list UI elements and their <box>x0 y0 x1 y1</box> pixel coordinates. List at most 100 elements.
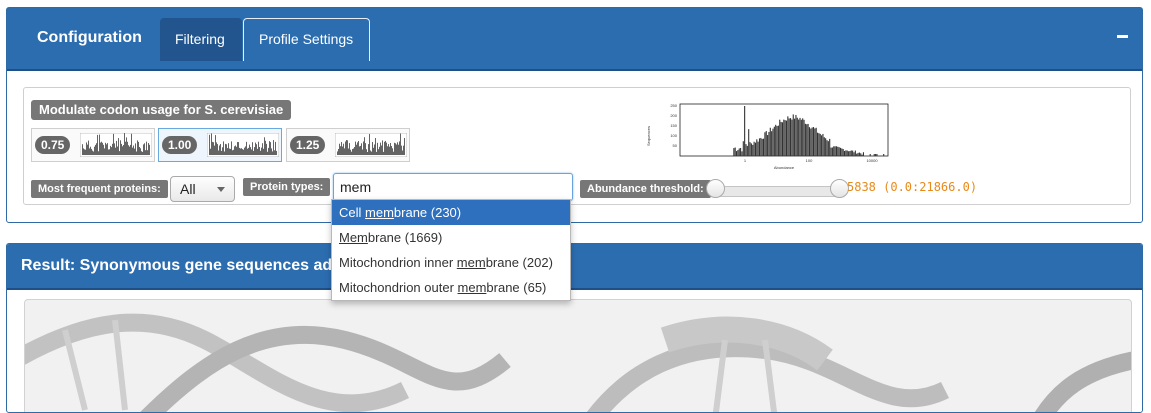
histogram-bar <box>763 138 765 156</box>
thumbnail-bar <box>256 144 257 155</box>
histogram-bar <box>861 154 863 156</box>
thumbnail-bar <box>402 150 403 155</box>
thumbnail-bar <box>345 141 346 155</box>
thumbnail-bar <box>392 148 393 155</box>
histogram-bar <box>787 116 789 156</box>
histogram-bar <box>844 150 846 156</box>
histogram-bar <box>788 118 790 156</box>
codon-option-125[interactable]: 1.25 <box>286 128 410 162</box>
histogram-bar <box>834 146 836 156</box>
thumbnail-bar <box>84 149 85 155</box>
thumbnail-bar <box>91 148 92 155</box>
thumbnail-bar <box>219 145 220 155</box>
thumbnail-bar <box>263 148 264 155</box>
histogram-bar <box>742 141 744 156</box>
thumbnail-bar <box>82 144 83 155</box>
suggestion-suffix: brane (1669) <box>367 230 443 245</box>
histogram-bar <box>785 120 788 156</box>
suggestion-match: mem <box>456 255 486 270</box>
thumbnail-bar <box>210 148 211 155</box>
histogram-bar <box>848 151 850 156</box>
histogram-bar <box>873 154 875 156</box>
thumbnail-bar <box>211 133 212 155</box>
thumbnail-bar <box>86 142 87 155</box>
thumbnail-bar <box>117 146 118 155</box>
suggestion-item[interactable]: Cell membrane (230) <box>332 200 570 225</box>
thumbnail-bar <box>214 145 215 155</box>
suggestion-item[interactable]: Mitochondrion inner membrane (202) <box>332 250 570 275</box>
histogram-bar <box>804 123 806 156</box>
thumbnail-bar <box>367 152 368 155</box>
thumbnail-bar <box>102 142 103 155</box>
histogram-bar <box>806 124 808 156</box>
thumbnail-bar <box>234 146 235 155</box>
thumbnail-bar <box>271 148 272 155</box>
thumbnail-bar <box>230 148 231 155</box>
histogram-ytick: 50 <box>673 143 678 148</box>
histogram-bar <box>869 154 871 156</box>
thumbnail-bar <box>97 134 98 155</box>
thumbnail-bar <box>94 146 95 155</box>
thumbnail-bar <box>95 144 96 155</box>
abundance-slider-min-handle[interactable] <box>706 179 725 198</box>
histogram-bar <box>835 146 837 156</box>
thumbnail-bar <box>123 145 124 155</box>
minus-icon[interactable] <box>1117 35 1128 38</box>
histogram-ytick: 100 <box>670 133 677 138</box>
thumbnail-bar <box>126 137 127 155</box>
thumbnail-bar <box>381 145 382 155</box>
thumbnail-bar <box>403 145 404 155</box>
thumbnail-bar <box>358 141 359 155</box>
protein-types-input[interactable] <box>333 173 573 201</box>
thumbnail-bar <box>376 151 377 155</box>
thumbnail-bar <box>260 150 261 155</box>
codon-option-100[interactable]: 1.00 <box>158 128 282 162</box>
thumbnail-bar <box>137 140 138 155</box>
thumbnail-bar <box>246 141 247 155</box>
thumbnail-bar <box>337 151 338 155</box>
thumbnail-bar <box>404 138 405 155</box>
thumbnail-bar <box>262 143 263 155</box>
thumbnail-bar <box>226 144 227 155</box>
abundance-slider-track[interactable] <box>714 186 846 197</box>
codon-option-075[interactable]: 0.75 <box>31 128 155 162</box>
histogram-bar <box>733 148 735 156</box>
thumbnail-bar <box>148 143 149 155</box>
thumbnail-bar <box>147 150 148 155</box>
thumbnail-bar <box>368 144 369 155</box>
tab-profile-settings[interactable]: Profile Settings <box>243 18 370 61</box>
thumbnail-bar <box>135 143 136 155</box>
frequent-proteins-select[interactable]: All <box>170 176 235 202</box>
thumbnail-bar <box>103 144 104 155</box>
result-panel: Result: Synonymous gene sequences ada <box>6 243 1143 413</box>
histogram-bar <box>781 122 783 156</box>
thumbnail-bar <box>132 147 133 155</box>
histogram-bar <box>852 150 854 156</box>
histogram-bar <box>814 128 816 156</box>
abundance-threshold-label: Abundance threshold: <box>580 180 711 198</box>
thumbnail-bar <box>252 142 253 155</box>
histogram-bar <box>758 138 761 156</box>
thumbnail-bar <box>106 144 107 155</box>
thumbnail-bar <box>209 134 210 155</box>
thumbnail-bar <box>140 148 141 155</box>
thumbnail-bar <box>346 140 347 155</box>
thumbnail-bar <box>364 137 365 155</box>
thumbnail-bar <box>261 147 262 155</box>
codon-option-label: 1.00 <box>162 136 198 154</box>
histogram-bar <box>876 154 878 156</box>
histogram-bar <box>831 147 833 156</box>
histogram-bar <box>749 142 751 156</box>
thumbnail-bar <box>116 140 117 155</box>
suggestion-match: mem <box>457 280 487 295</box>
suggestion-item[interactable]: Mitochondrion outer membrane (65) <box>332 275 570 300</box>
suggestion-item[interactable]: Membrane (1669) <box>332 225 570 250</box>
histogram-bar <box>815 127 817 156</box>
thumbnail-bar <box>146 141 147 155</box>
configuration-header: Configuration Filtering Profile Settings <box>7 8 1142 71</box>
histogram-bar <box>821 135 823 156</box>
histogram-bar <box>841 148 843 156</box>
histogram-bar <box>765 131 767 156</box>
thumbnail-bar <box>377 142 378 155</box>
tab-filtering[interactable]: Filtering <box>160 18 242 61</box>
